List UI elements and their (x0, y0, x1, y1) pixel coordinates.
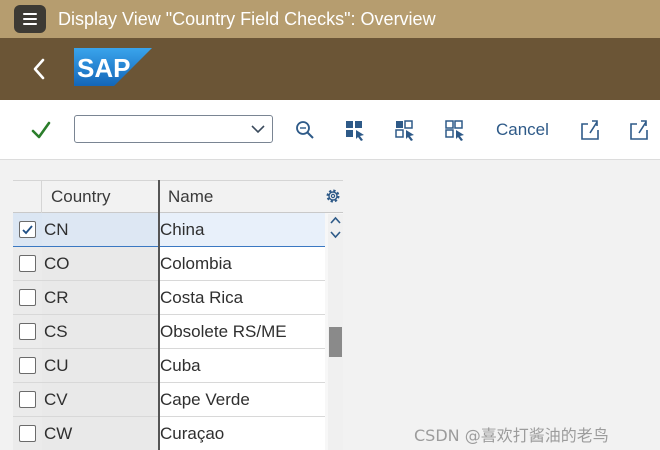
scroll-down-icon[interactable] (328, 228, 343, 240)
row-selector[interactable] (13, 349, 42, 382)
chevron-down-icon[interactable] (250, 124, 266, 134)
scroll-up-icon[interactable] (328, 215, 343, 227)
row-checkbox[interactable] (19, 255, 36, 272)
shell-bar: SAP (0, 38, 660, 100)
checkmark-icon (22, 225, 33, 235)
country-code-cell[interactable]: CO (42, 247, 158, 280)
select-all-icon[interactable] (344, 118, 366, 142)
country-name: Curaçao (160, 424, 225, 443)
column-divider[interactable] (158, 180, 160, 450)
country-code: CO (44, 254, 70, 273)
table-row[interactable]: CU Cuba (13, 349, 325, 383)
country-code: CS (44, 322, 68, 341)
country-name: Colombia (160, 254, 232, 273)
country-code: CN (44, 220, 69, 239)
country-name-cell[interactable]: Colombia (160, 247, 325, 280)
column-header-name[interactable]: Name (168, 187, 213, 207)
row-checkbox[interactable] (19, 221, 36, 238)
country-name-cell[interactable]: China (160, 213, 325, 246)
country-code: CW (44, 424, 73, 443)
country-code-cell[interactable]: CU (42, 349, 158, 382)
country-name-cell[interactable]: Cuba (160, 349, 325, 382)
search-icon[interactable] (294, 118, 316, 142)
row-checkbox[interactable] (19, 323, 36, 340)
command-field[interactable] (74, 115, 273, 143)
deselect-all-icon[interactable] (444, 118, 466, 142)
select-all-column[interactable] (13, 181, 42, 213)
row-selector[interactable] (13, 417, 42, 450)
table-row[interactable]: CV Cape Verde (13, 383, 325, 417)
row-checkbox[interactable] (19, 289, 36, 306)
table-header: Country Name (13, 180, 343, 213)
country-code-cell[interactable]: CS (42, 315, 158, 348)
country-name-cell[interactable]: Obsolete RS/ME (160, 315, 325, 348)
row-selector[interactable] (13, 213, 42, 246)
country-name: Obsolete RS/ME (160, 322, 287, 341)
row-checkbox[interactable] (19, 425, 36, 442)
gear-icon[interactable] (325, 188, 341, 204)
share-icon[interactable] (628, 118, 650, 142)
country-code-cell[interactable]: CR (42, 281, 158, 314)
table-row[interactable]: CO Colombia (13, 247, 325, 281)
row-selector[interactable] (13, 383, 42, 416)
toolbar: Cancel (0, 100, 660, 160)
watermark: CSDN @喜欢打酱油的老鸟 (414, 426, 609, 445)
country-name: Cape Verde (160, 390, 250, 409)
country-name: Cuba (160, 356, 201, 375)
row-checkbox[interactable] (19, 391, 36, 408)
country-name-cell[interactable]: Costa Rica (160, 281, 325, 314)
country-table: Country Name CN China CO Colombia CR Cos… (13, 180, 343, 450)
table-row[interactable]: CN China (13, 213, 325, 247)
scroll-thumb[interactable] (329, 327, 342, 357)
export-icon[interactable] (579, 118, 601, 142)
country-code: CR (44, 288, 69, 307)
column-header-country[interactable]: Country (51, 187, 111, 207)
country-name: China (160, 220, 205, 239)
country-code-cell[interactable]: CV (42, 383, 158, 416)
table-row[interactable]: CR Costa Rica (13, 281, 325, 315)
check-icon[interactable] (30, 118, 52, 142)
menu-icon[interactable] (14, 5, 46, 33)
cancel-button[interactable]: Cancel (496, 120, 549, 140)
back-icon[interactable] (28, 54, 50, 84)
country-code-cell[interactable]: CW (42, 417, 158, 450)
select-block-icon[interactable] (394, 118, 416, 142)
row-checkbox[interactable] (19, 357, 36, 374)
svg-text:SAP: SAP (77, 53, 130, 83)
window-title: Display View "Country Field Checks": Ove… (58, 9, 436, 29)
sap-logo: SAP (74, 48, 152, 86)
vertical-scrollbar[interactable] (328, 214, 343, 450)
country-code: CU (44, 356, 69, 375)
table-row[interactable]: CW Curaçao (13, 417, 325, 450)
table-row[interactable]: CS Obsolete RS/ME (13, 315, 325, 349)
country-code-cell[interactable]: CN (42, 213, 158, 246)
country-name: Costa Rica (160, 288, 244, 307)
row-selector[interactable] (13, 315, 42, 348)
title-bar: Display View "Country Field Checks": Ove… (0, 0, 660, 38)
row-selector[interactable] (13, 281, 42, 314)
country-code: CV (44, 390, 68, 409)
row-selector[interactable] (13, 247, 42, 280)
country-name-cell[interactable]: Curaçao (160, 417, 325, 450)
country-name-cell[interactable]: Cape Verde (160, 383, 325, 416)
